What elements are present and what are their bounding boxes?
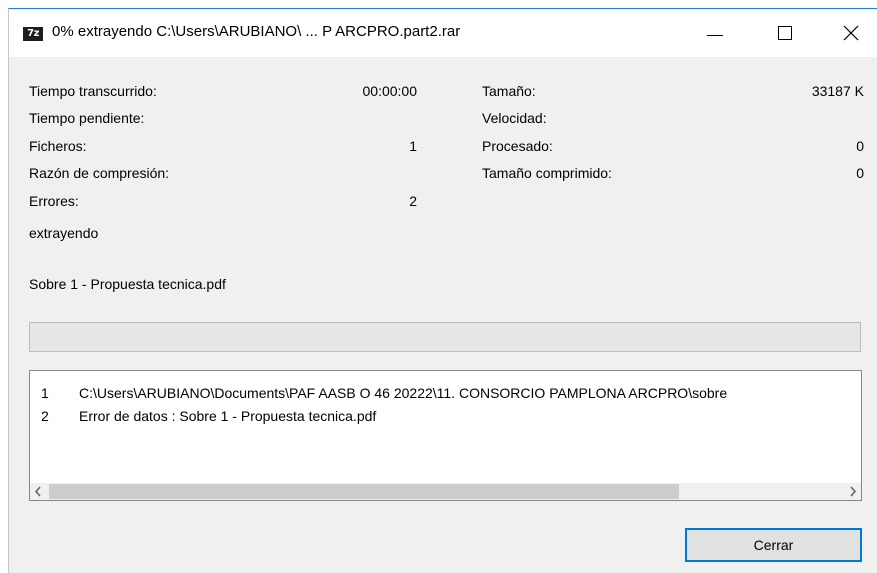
horizontal-scrollbar[interactable] xyxy=(30,483,861,500)
progress-bar xyxy=(29,322,861,352)
7zip-app-icon: 7z xyxy=(23,27,43,41)
speed-label: Velocidad: xyxy=(482,110,547,126)
chevron-right-icon xyxy=(850,486,857,497)
errors-label: Errores: xyxy=(29,193,79,209)
message-log[interactable]: 1 C:\Users\ARUBIANO\Documents\PAF AASB O… xyxy=(29,370,862,501)
elapsed-time-label: Tiempo transcurrido: xyxy=(29,83,157,99)
log-row-text: Error de datos : Sobre 1 - Propuesta tec… xyxy=(79,408,377,424)
extraction-dialog: 7z 0% extrayendo C:\Users\ARUBIANO\ ... … xyxy=(8,8,877,573)
scroll-left-button[interactable] xyxy=(30,483,47,500)
compression-ratio-label: Razón de compresión: xyxy=(29,165,170,181)
scroll-right-button[interactable] xyxy=(844,483,861,500)
close-button[interactable]: Cerrar xyxy=(685,528,862,562)
window-title: 0% extrayendo C:\Users\ARUBIANO\ ... P A… xyxy=(52,23,461,40)
remaining-time-label: Tiempo pendiente: xyxy=(29,110,145,126)
size-label: Tamaño: xyxy=(482,83,536,99)
compressed-size-label: Tamaño comprimido: xyxy=(482,165,612,181)
files-value: 1 xyxy=(409,138,417,154)
maximize-icon xyxy=(778,26,792,40)
scroll-thumb[interactable] xyxy=(49,484,679,499)
close-window-button[interactable] xyxy=(830,9,876,57)
chevron-left-icon xyxy=(34,486,41,497)
elapsed-time-value: 00:00:00 xyxy=(362,83,418,99)
title-bar[interactable]: 7z 0% extrayendo C:\Users\ARUBIANO\ ... … xyxy=(9,9,877,57)
log-row-text: C:\Users\ARUBIANO\Documents\PAF AASB O 4… xyxy=(79,385,728,401)
log-row-number: 2 xyxy=(41,408,49,424)
status-text: extrayendo xyxy=(29,225,99,241)
current-file-name: Sobre 1 - Propuesta tecnica.pdf xyxy=(29,276,226,292)
processed-value: 0 xyxy=(856,138,864,154)
log-row-number: 1 xyxy=(41,385,49,401)
maximize-button[interactable] xyxy=(762,9,808,57)
minimize-icon xyxy=(707,35,723,36)
errors-value: 2 xyxy=(409,193,417,209)
processed-label: Procesado: xyxy=(482,138,553,154)
files-label: Ficheros: xyxy=(29,138,87,154)
close-icon xyxy=(843,25,859,41)
size-value: 33187 K xyxy=(811,83,864,99)
minimize-button[interactable] xyxy=(692,9,738,57)
compressed-size-value: 0 xyxy=(856,165,864,181)
